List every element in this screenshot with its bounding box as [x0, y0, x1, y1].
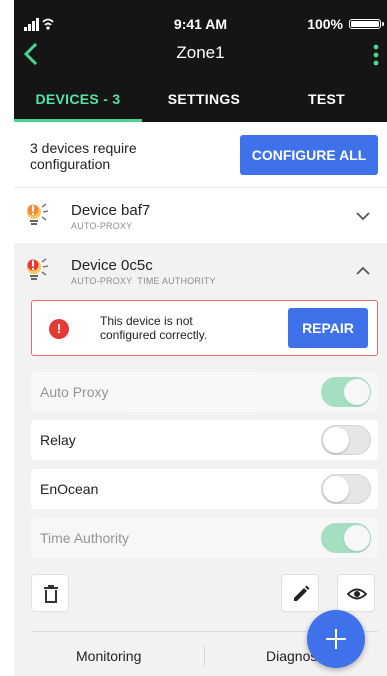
enocean-toggle[interactable] — [321, 474, 371, 504]
device-row-baf7[interactable]: Device baf7 AUTO-PROXY — [14, 188, 387, 245]
lightbulb-warning-icon — [27, 203, 49, 225]
trash-icon — [44, 585, 58, 603]
app-frame: 9:41 AM 100% Zone1 DEVICES - 3 SETTINGS … — [14, 0, 387, 676]
setting-label: Time Authority — [40, 530, 129, 546]
status-bar: 9:41 AM 100% — [14, 14, 387, 34]
alert-message: This device is not configured correctly. — [100, 314, 208, 342]
device-name: Device baf7 — [71, 202, 151, 219]
tab-devices[interactable]: DEVICES - 3 — [14, 84, 142, 122]
setting-label: EnOcean — [40, 481, 99, 497]
repair-button[interactable]: REPAIR — [288, 308, 368, 348]
battery-icon — [349, 19, 384, 29]
edit-button[interactable] — [281, 574, 319, 612]
nav-bar: Zone1 — [14, 40, 387, 70]
configure-message: 3 devices require configuration — [30, 140, 137, 172]
setting-enocean: EnOcean — [31, 469, 378, 509]
setting-label: Relay — [40, 432, 76, 448]
toggle-knob — [323, 476, 349, 502]
tab-monitoring[interactable]: Monitoring — [76, 648, 141, 664]
device-tags: AUTO-PROXY TIME AUTHORITY — [71, 276, 216, 286]
device-name: Device 0c5c — [71, 257, 153, 274]
toggle-knob — [323, 427, 349, 453]
relay-toggle[interactable] — [321, 425, 371, 455]
device-row-0c5c[interactable]: Device 0c5c AUTO-PROXY TIME AUTHORITY — [14, 243, 387, 300]
chevron-down-icon[interactable] — [355, 208, 371, 224]
setting-relay: Relay — [31, 420, 378, 460]
tab-test[interactable]: TEST — [266, 84, 387, 122]
tab-bar: DEVICES - 3 SETTINGS TEST — [14, 84, 387, 122]
device-tags: AUTO-PROXY — [71, 221, 133, 231]
more-vertical-icon[interactable] — [373, 44, 379, 66]
tab-divider — [204, 646, 205, 666]
delete-button[interactable] — [31, 574, 69, 612]
time-authority-toggle — [321, 523, 371, 553]
add-device-button[interactable] — [307, 610, 365, 668]
tab-settings[interactable]: SETTINGS — [142, 84, 266, 122]
plus-icon — [326, 629, 346, 649]
auto-proxy-toggle — [321, 377, 371, 407]
setting-label: Auto Proxy — [40, 384, 109, 400]
setting-auto-proxy: Auto Proxy — [31, 372, 378, 412]
header: 9:41 AM 100% Zone1 DEVICES - 3 SETTINGS … — [14, 0, 387, 122]
eye-icon — [347, 588, 367, 600]
error-icon: ! — [49, 319, 69, 339]
config-error-alert: ! This device is not configured correctl… — [31, 300, 378, 356]
setting-time-authority: Time Authority — [31, 518, 378, 558]
toggle-knob — [344, 379, 370, 405]
chevron-up-icon[interactable] — [355, 263, 371, 279]
view-button[interactable] — [337, 574, 375, 612]
battery-percent: 100% — [307, 16, 343, 32]
configure-banner: 3 devices require configuration CONFIGUR… — [14, 122, 387, 188]
lightbulb-warning-icon — [27, 258, 49, 280]
page-title: Zone1 — [176, 43, 225, 62]
pencil-icon — [294, 585, 310, 601]
configure-all-button[interactable]: CONFIGURE ALL — [240, 135, 378, 175]
toggle-knob — [344, 525, 370, 551]
